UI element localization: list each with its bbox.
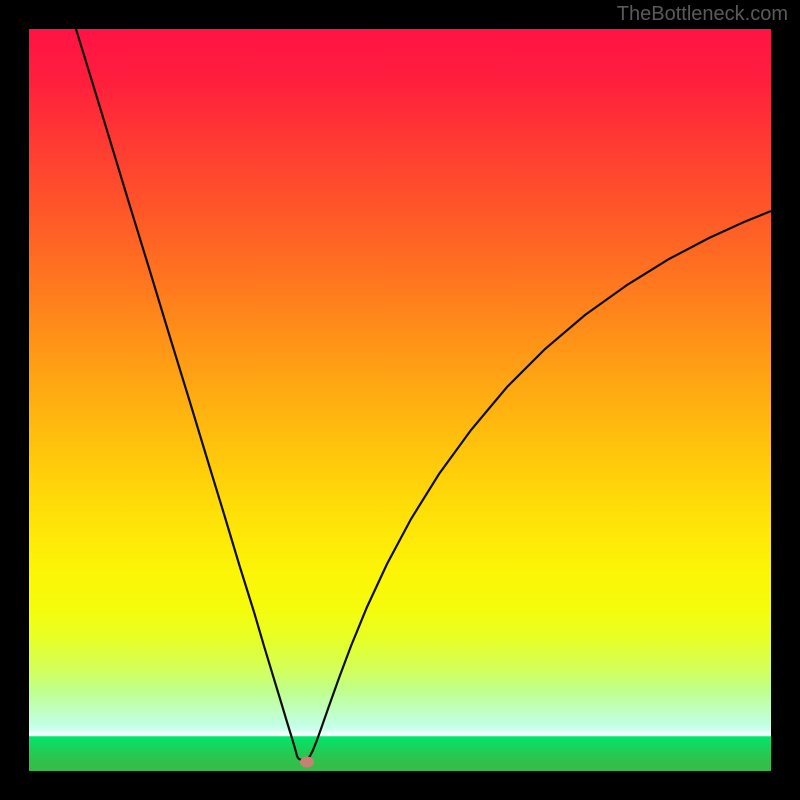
- minimum-marker-dot: [300, 757, 314, 768]
- watermark-text: TheBottleneck.com: [617, 3, 788, 26]
- chart-svg: [29, 29, 771, 771]
- bottleneck-curve: [76, 29, 771, 760]
- chart-plot-area: [29, 29, 771, 771]
